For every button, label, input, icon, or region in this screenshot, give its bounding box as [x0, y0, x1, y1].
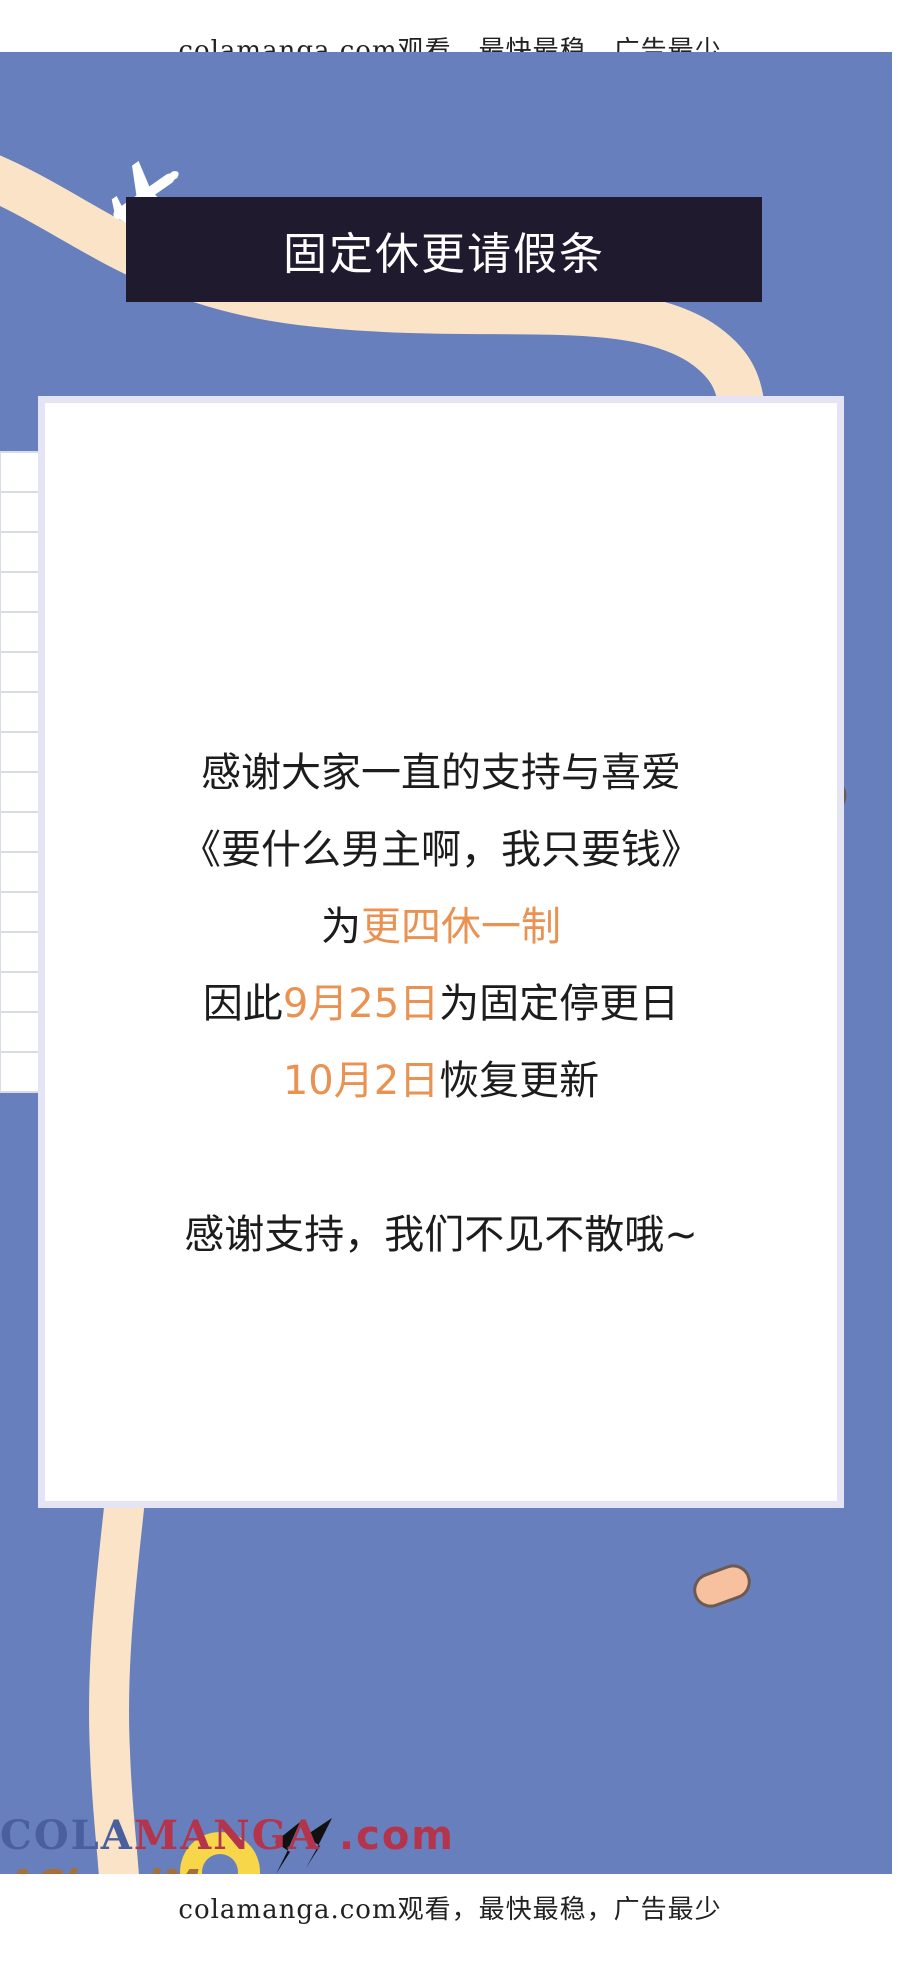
brand-subtext: ACloudMerge.com	[6, 1862, 408, 1874]
brand-part-3: .com	[338, 1813, 455, 1859]
cream-path-bottom	[89, 1450, 150, 1874]
notice-card: 感谢大家一直的支持与喜爱 《要什么男主啊，我只要钱》 为更四休一制 因此9月25…	[38, 396, 844, 1508]
poster: 固定休更请假条 感谢大家一直的支持与喜爱 《要什么男主啊，我只要钱》 为更四休一…	[0, 52, 892, 1874]
title-banner: 固定休更请假条	[126, 197, 762, 302]
notice-line-4-suffix: 为固定停更日	[439, 981, 680, 1027]
bottom-watermark: colamanga.com观看，最快最稳，广告最少	[178, 1895, 722, 1925]
brand-part-1: COLA	[0, 1812, 134, 1859]
notice-spacer	[45, 1120, 837, 1197]
notice-line-4-prefix: 因此	[202, 981, 283, 1027]
pill-salmon-bottom	[693, 1564, 751, 1608]
notice-line-5-suffix: 恢复更新	[439, 1058, 600, 1104]
notice-line-2: 《要什么男主啊，我只要钱》	[181, 827, 701, 873]
notice-line-3-highlight: 更四休一制	[361, 904, 561, 950]
notice-line-5-highlight: 10月2日	[282, 1058, 440, 1104]
notice-line-6: 感谢支持，我们不见不散哦~	[184, 1212, 698, 1258]
notice-line-3: 为更四休一制	[45, 889, 837, 966]
notice-line-3-prefix: 为	[321, 904, 361, 950]
notice-line-4: 因此9月25日为固定停更日	[45, 966, 837, 1043]
notice-line-5: 10月2日恢复更新	[45, 1043, 837, 1120]
notice-text: 感谢大家一直的支持与喜爱 《要什么男主啊，我只要钱》 为更四休一制 因此9月25…	[45, 735, 837, 1274]
banner-title: 固定休更请假条	[283, 228, 605, 280]
brand-logo-text: COLAMANGA .com	[0, 1812, 455, 1859]
notice-line-1: 感谢大家一直的支持与喜爱	[201, 750, 681, 796]
notice-line-4-highlight: 9月25日	[282, 981, 440, 1027]
brand-part-2: MANGA	[133, 1812, 321, 1859]
grid-paper	[0, 451, 41, 1093]
